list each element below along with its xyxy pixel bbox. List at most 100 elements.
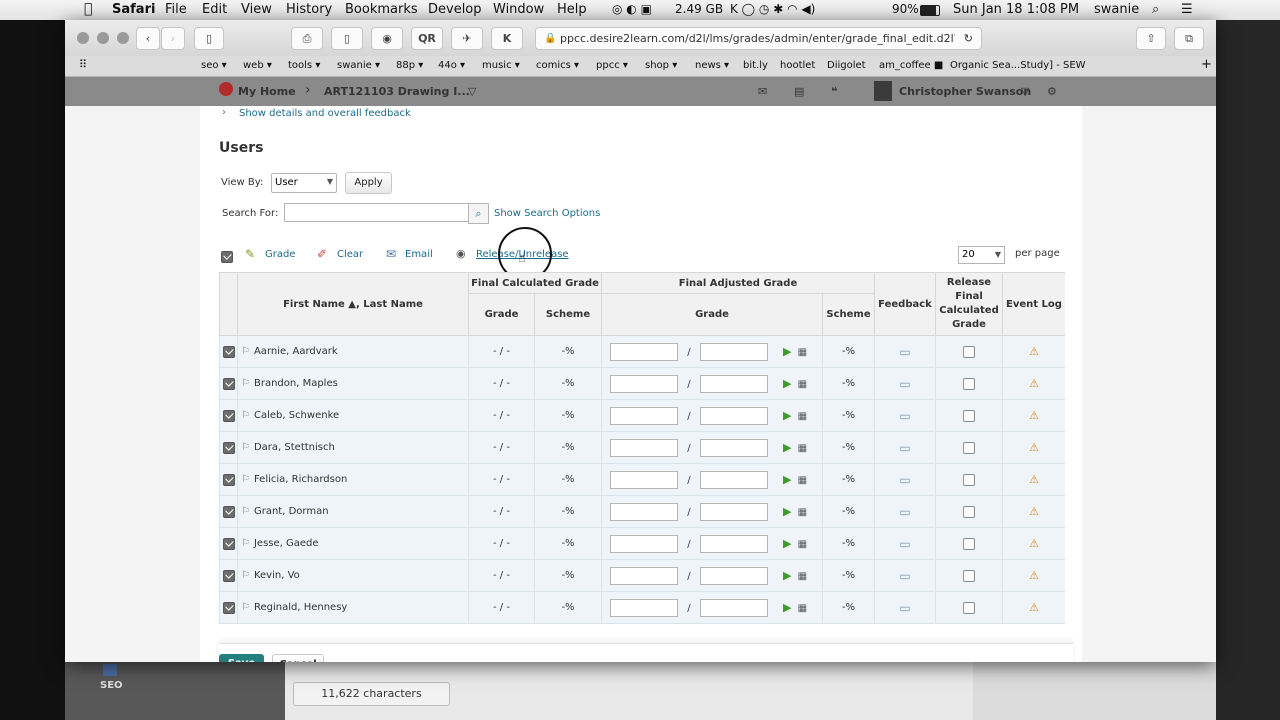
adjusted-grade-numerator-input[interactable] <box>610 342 678 361</box>
event-log-warning-icon[interactable]: ⚠ <box>1029 505 1039 518</box>
menu-help[interactable]: Help <box>557 2 587 17</box>
status-icons[interactable]: ◎ ◐ ▣ <box>612 2 652 16</box>
course-dropdown-icon[interactable]: ▽ <box>468 85 476 98</box>
calculator-icon[interactable]: ▦ <box>798 571 807 582</box>
adjusted-grade-denominator-input[interactable] <box>699 470 768 489</box>
adjusted-grade-denominator-input[interactable] <box>699 566 768 585</box>
user-flag-icon[interactable]: ⚐ <box>241 442 250 453</box>
avatar[interactable] <box>874 81 892 101</box>
menu-view[interactable]: View <box>241 2 272 17</box>
adjusted-grade-denominator-input[interactable] <box>699 374 768 393</box>
email-icon[interactable]: ✉ <box>386 247 396 261</box>
phone-icon[interactable]: ▯ <box>331 27 363 50</box>
k-extension-icon[interactable]: K <box>491 27 523 50</box>
student-name[interactable]: Caleb, Schwenke <box>254 410 339 421</box>
event-log-warning-icon[interactable]: ⚠ <box>1029 537 1039 550</box>
per-page-select[interactable]: 20 ▼ <box>958 246 1005 264</box>
event-log-warning-icon[interactable]: ⚠ <box>1029 377 1039 390</box>
student-name[interactable]: Kevin, Vo <box>254 570 300 581</box>
cancel-button[interactable]: Cancel <box>272 654 324 662</box>
row-checkbox[interactable] <box>222 473 235 486</box>
apple-menu-icon[interactable]:  <box>84 1 92 17</box>
battery-percent[interactable]: 90% <box>892 2 919 16</box>
adjusted-grade-denominator-input[interactable] <box>699 598 768 617</box>
row-checkbox[interactable] <box>222 569 235 582</box>
feedback-comment-icon[interactable]: ▭ <box>899 537 910 551</box>
chrome-extension-icon[interactable]: ◉ <box>371 27 403 50</box>
fav-diigolet[interactable]: Diigolet <box>827 60 866 71</box>
feedback-comment-icon[interactable]: ▭ <box>899 473 910 487</box>
spotlight-search-icon[interactable]: ⌕ <box>1152 2 1159 17</box>
calculator-icon[interactable]: ▦ <box>798 379 807 390</box>
tabs-overview-icon[interactable]: ⧉ <box>1174 27 1204 50</box>
student-name[interactable]: Jesse, Gaede <box>254 538 319 549</box>
close-window-button[interactable] <box>77 32 89 44</box>
release-checkbox[interactable] <box>963 537 975 550</box>
user-flag-icon[interactable]: ⚐ <box>241 378 250 389</box>
memory-readout[interactable]: 2.49 GB <box>675 2 723 16</box>
apply-calculated-arrow-icon[interactable]: ▶ <box>783 473 791 486</box>
release-checkbox[interactable] <box>963 441 975 454</box>
calculator-icon[interactable]: ▦ <box>798 603 807 614</box>
expand-chevron-icon[interactable]: › <box>222 107 226 118</box>
search-input[interactable] <box>284 203 470 222</box>
course-selector[interactable]: ART121103 Drawing I... <box>324 85 470 98</box>
event-log-warning-icon[interactable]: ⚠ <box>1029 345 1039 358</box>
address-bar[interactable]: 🔒 ppcc.desire2learn.com/d2l/lms/grades/a… <box>535 27 982 50</box>
fav-88p[interactable]: 88p ▾ <box>396 60 423 71</box>
reload-icon[interactable]: ↻ <box>964 28 973 49</box>
row-checkbox[interactable] <box>222 601 235 614</box>
apply-calculated-arrow-icon[interactable]: ▶ <box>783 601 791 614</box>
menu-bookmarks[interactable]: Bookmarks <box>345 2 418 17</box>
clock[interactable]: Sun Jan 18 1:08 PM <box>953 2 1079 17</box>
tray-icons[interactable]: K ◯ ◷ ✱ ◠ ◀) <box>730 2 815 16</box>
row-checkbox[interactable] <box>222 441 235 454</box>
row-checkbox[interactable] <box>222 377 235 390</box>
student-name[interactable]: Dara, Stettnisch <box>254 442 335 453</box>
fav-web[interactable]: web ▾ <box>243 60 272 71</box>
adjusted-grade-denominator-input[interactable] <box>699 342 768 361</box>
d2l-logo-icon[interactable] <box>219 82 233 96</box>
user-flag-icon[interactable]: ⚐ <box>241 410 250 421</box>
release-checkbox[interactable] <box>963 473 975 486</box>
minimize-window-button[interactable] <box>97 32 109 44</box>
user-flag-icon[interactable]: ⚐ <box>241 346 250 357</box>
fav-44o[interactable]: 44o ▾ <box>438 60 465 71</box>
view-by-select[interactable]: User ▼ <box>271 173 337 193</box>
apply-calculated-arrow-icon[interactable]: ▶ <box>783 537 791 550</box>
sidebar-toggle-icon[interactable]: ▯ <box>194 27 224 50</box>
name-column-header[interactable]: First Name ▲, Last Name <box>237 272 469 336</box>
extension-icon[interactable]: ✈ <box>451 27 483 50</box>
release-checkbox[interactable] <box>963 569 975 582</box>
fav-music[interactable]: music ▾ <box>482 60 520 71</box>
release-checkbox[interactable] <box>963 409 975 422</box>
calculator-icon[interactable]: ▦ <box>798 411 807 422</box>
apply-calculated-arrow-icon[interactable]: ▶ <box>783 377 791 390</box>
background-seo-label[interactable]: SEO <box>100 680 123 691</box>
fav-comics[interactable]: comics ▾ <box>536 60 579 71</box>
event-log-warning-icon[interactable]: ⚠ <box>1029 569 1039 582</box>
chat-icon[interactable]: ❝ <box>831 85 837 98</box>
apply-calculated-arrow-icon[interactable]: ▶ <box>783 409 791 422</box>
menu-edit[interactable]: Edit <box>202 2 227 17</box>
release-checkbox[interactable] <box>963 505 975 518</box>
email-action-link[interactable]: Email <box>405 249 433 260</box>
feedback-comment-icon[interactable]: ▭ <box>899 569 910 583</box>
row-checkbox[interactable] <box>222 537 235 550</box>
save-button[interactable]: Save <box>219 654 264 662</box>
menu-window[interactable]: Window <box>493 2 544 17</box>
user-menu[interactable]: swanie <box>1094 2 1139 17</box>
student-name[interactable]: Aarnie, Aardvark <box>254 346 338 357</box>
adjusted-grade-numerator-input[interactable] <box>610 374 678 393</box>
fav-news[interactable]: news ▾ <box>695 60 729 71</box>
feedback-comment-icon[interactable]: ▭ <box>899 377 910 391</box>
user-flag-icon[interactable]: ⚐ <box>241 538 250 549</box>
fav-am-coffee[interactable]: am_coffee ■ <box>879 60 943 71</box>
print-icon[interactable]: ⎙ <box>291 27 323 50</box>
release-checkbox[interactable] <box>963 377 975 390</box>
event-log-warning-icon[interactable]: ⚠ <box>1029 601 1039 614</box>
apply-calculated-arrow-icon[interactable]: ▶ <box>783 345 791 358</box>
fav-tools[interactable]: tools ▾ <box>288 60 320 71</box>
apply-calculated-arrow-icon[interactable]: ▶ <box>783 441 791 454</box>
event-log-warning-icon[interactable]: ⚠ <box>1029 441 1039 454</box>
